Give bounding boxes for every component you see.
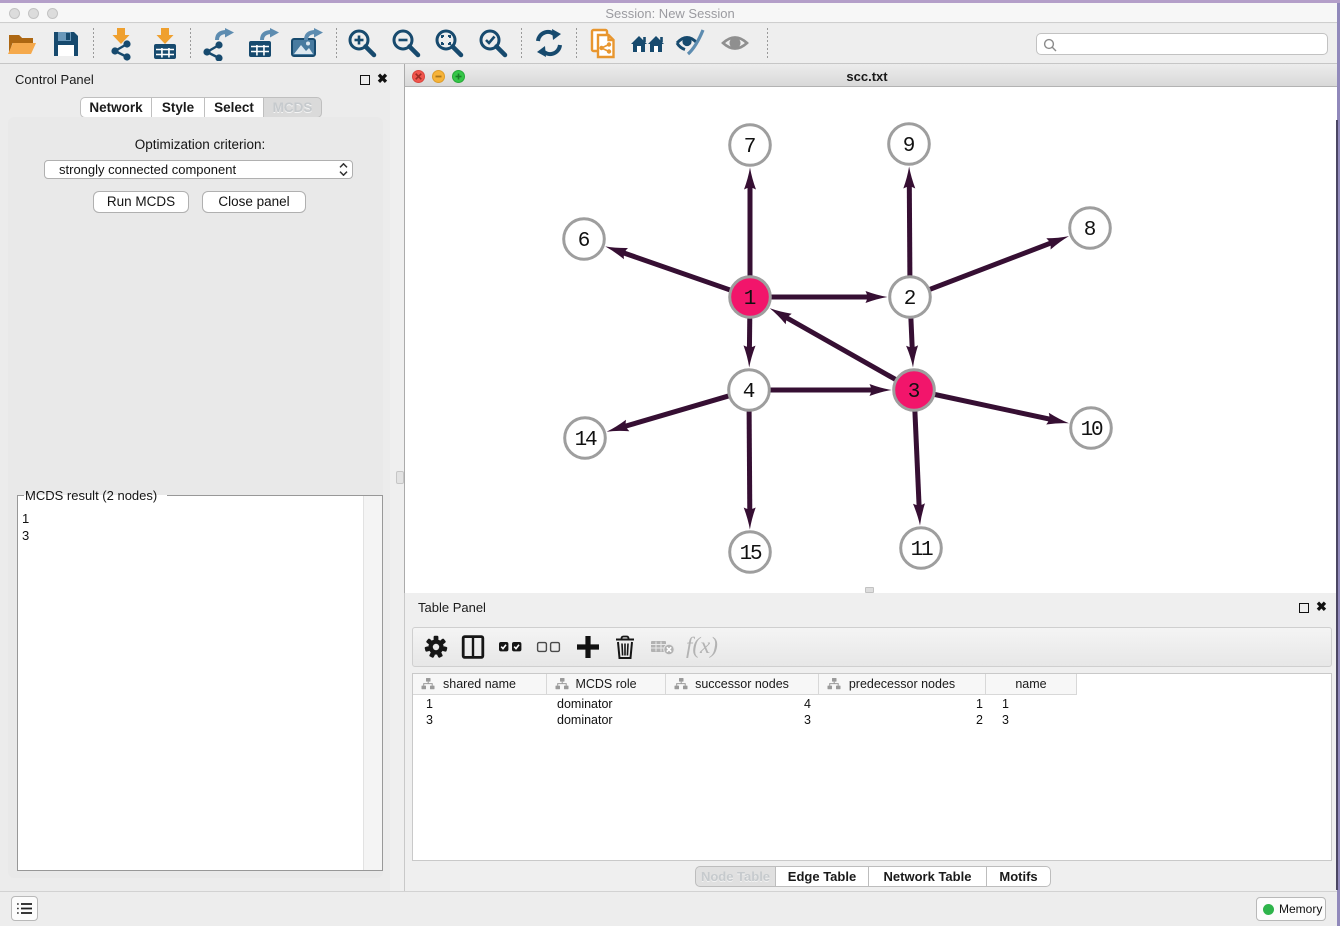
svg-text:15: 15: [740, 543, 762, 566]
svg-text:7: 7: [744, 136, 757, 159]
svg-text:2: 2: [904, 288, 917, 311]
svg-text:1: 1: [744, 288, 757, 311]
svg-text:11: 11: [911, 539, 933, 562]
svg-text:9: 9: [903, 135, 916, 158]
svg-text:6: 6: [578, 230, 591, 253]
svg-text:3: 3: [908, 381, 921, 404]
svg-text:10: 10: [1081, 419, 1103, 442]
svg-text:14: 14: [575, 429, 597, 452]
svg-text:8: 8: [1084, 219, 1097, 242]
svg-text:4: 4: [743, 381, 756, 404]
